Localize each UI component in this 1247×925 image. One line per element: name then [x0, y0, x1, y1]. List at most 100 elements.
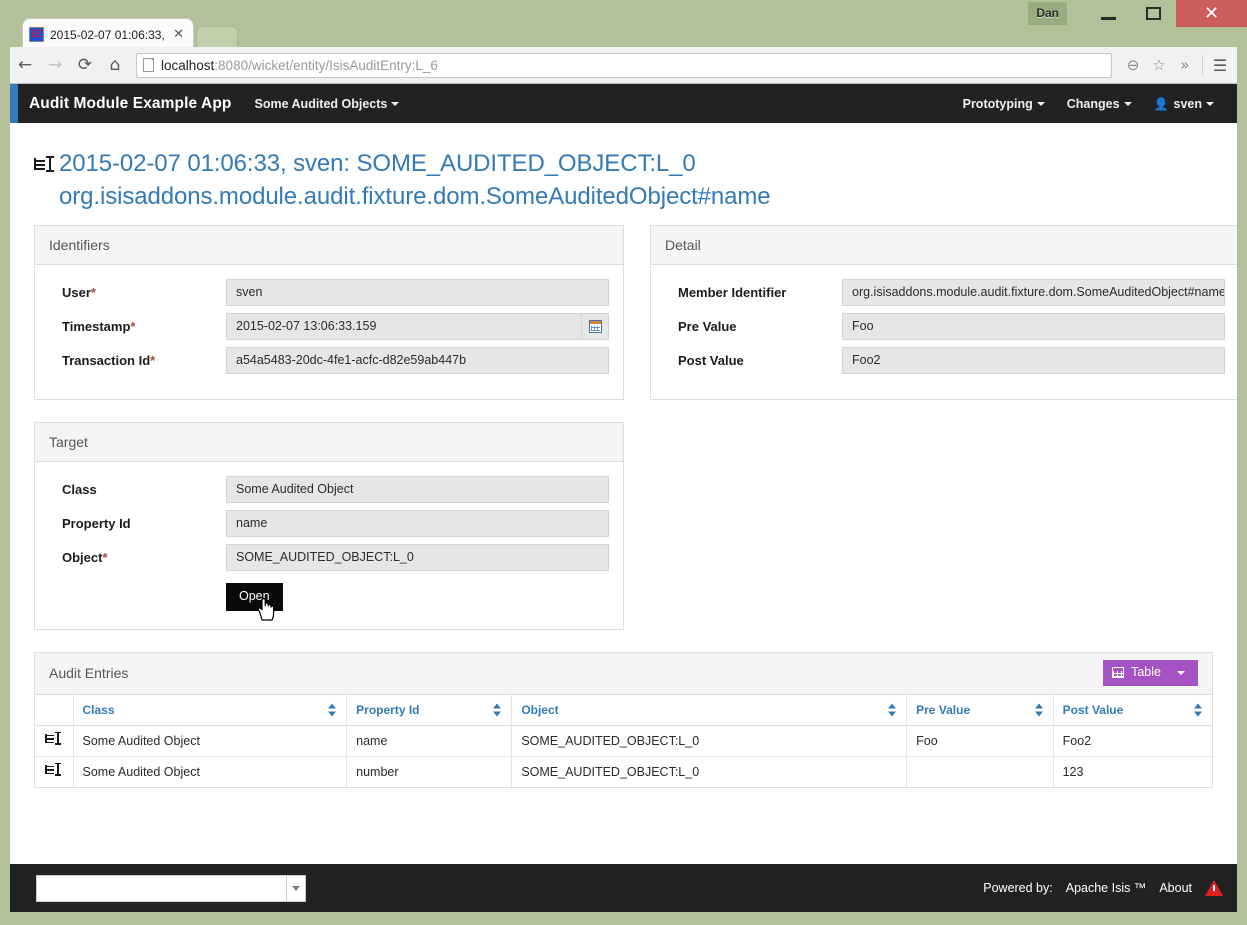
sort-icon[interactable]	[328, 703, 337, 717]
field-post-value-value[interactable]: Foo2	[842, 347, 1225, 375]
required-marker: *	[130, 319, 136, 335]
field-timestamp-label: Timestamp*	[49, 319, 226, 334]
field-transaction-id-value[interactable]: a54a5483-20dc-4fe1-acfc-d82e59ab447b	[226, 347, 609, 375]
hamburger-menu-icon[interactable]: ☰	[1207, 52, 1233, 78]
label-text: Member Identifier	[678, 285, 787, 301]
cell-post-value: Foo2	[1052, 725, 1212, 757]
warning-icon[interactable]	[1205, 880, 1223, 896]
address-bar[interactable]: localhost:8080/wicket/entity/IsisAuditEn…	[136, 52, 1112, 78]
sort-icon[interactable]	[1034, 703, 1044, 717]
row-object-icon-cell[interactable]	[35, 756, 73, 787]
field-transaction-id: Transaction Id* a54a5483-20dc-4fe1-acfc-…	[49, 347, 609, 375]
page-title: 2015-02-07 01:06:33, sven: SOME_AUDITED_…	[59, 147, 771, 213]
field-pre-value-value[interactable]: Foo	[842, 313, 1225, 341]
cell-pre-value	[906, 756, 1054, 787]
column-label: Class	[82, 702, 115, 717]
view-toggle-table-button[interactable]: Table	[1103, 660, 1198, 686]
action-spacer	[49, 583, 226, 611]
reload-icon[interactable]: ⟳	[70, 50, 100, 80]
label-text: Timestamp	[62, 319, 131, 335]
cell-class: Some Audited Object	[72, 756, 347, 787]
page-viewport: Audit Module Example App Some Audited Ob…	[10, 84, 1237, 912]
field-post-value-label: Post Value	[665, 353, 842, 368]
column-pre-value[interactable]: Pre Value	[906, 694, 1054, 726]
tab-close-icon[interactable]: ✕	[170, 27, 187, 42]
browser-tab[interactable]: IΞ 2015-02-07 01:06:33, ✕	[22, 18, 194, 50]
footer-select[interactable]	[36, 874, 306, 902]
row-object-icon-cell[interactable]	[35, 725, 73, 757]
view-toggle-label: Table	[1131, 665, 1161, 680]
table-row[interactable]: Some Audited Object number SOME_AUDITED_…	[35, 756, 1212, 787]
cell-object: SOME_AUDITED_OBJECT:L_0	[511, 725, 907, 757]
field-class: Class Some Audited Object	[49, 476, 609, 504]
page-info-icon	[143, 58, 154, 72]
product-name: Apache Isis ™	[1065, 881, 1147, 895]
collection-header: Audit Entries Table	[35, 652, 1212, 695]
about-link[interactable]: About	[1159, 881, 1192, 895]
cell-property-id: number	[346, 756, 512, 787]
app-navbar: Audit Module Example App Some Audited Ob…	[10, 84, 1237, 123]
open-button[interactable]: Open	[226, 583, 283, 611]
sort-icon[interactable]	[1194, 703, 1203, 717]
left-column: Identifiers User* sven Timestamp* 2015-0…	[34, 225, 624, 652]
field-object-value[interactable]: SOME_AUDITED_OBJECT:L_0	[226, 544, 609, 572]
address-bar-url: localhost:8080/wicket/entity/IsisAuditEn…	[161, 58, 438, 73]
nav-item-prototyping[interactable]: Prototyping	[952, 97, 1056, 111]
object-icon	[45, 762, 62, 778]
overflow-icon[interactable]: »	[1172, 52, 1198, 78]
sort-icon[interactable]	[888, 703, 897, 717]
cell-object: SOME_AUDITED_OBJECT:L_0	[511, 756, 907, 787]
column-object[interactable]: Object	[511, 694, 907, 726]
table-row[interactable]: Some Audited Object name SOME_AUDITED_OB…	[35, 725, 1212, 757]
footer-select-arrow[interactable]	[286, 875, 305, 901]
nav-item-changes[interactable]: Changes	[1056, 97, 1143, 111]
chevron-down-icon	[1206, 102, 1214, 107]
sort-icon[interactable]	[493, 703, 502, 717]
nav-item-user-sven[interactable]: 👤 sven	[1143, 97, 1225, 111]
open-button-wrap: Open	[226, 583, 283, 621]
field-property-id-value[interactable]: name	[226, 510, 609, 538]
label-text: Post Value	[678, 353, 744, 369]
home-icon[interactable]: ⌂	[100, 50, 130, 80]
required-marker: *	[102, 550, 108, 566]
field-user-value[interactable]: sven	[226, 279, 609, 307]
label-text: Class	[62, 482, 97, 498]
field-class-value[interactable]: Some Audited Object	[226, 476, 609, 504]
table-header-row: Class Property Id Object Pre Value Post …	[35, 694, 1212, 726]
field-property-id-label: Property Id	[49, 516, 226, 531]
object-icon	[45, 731, 62, 747]
datepicker-button[interactable]	[581, 313, 609, 341]
column-class[interactable]: Class	[72, 694, 347, 726]
app-brand[interactable]: Audit Module Example App	[29, 95, 231, 113]
favicon-icon: IΞ	[29, 27, 44, 42]
table-icon	[1112, 667, 1125, 679]
label-text: Object	[62, 550, 103, 566]
label-text: Transaction Id	[62, 353, 151, 369]
page-title-line1: 2015-02-07 01:06:33, sven: SOME_AUDITED_…	[59, 150, 696, 177]
field-timestamp-value[interactable]: 2015-02-07 13:06:33.159	[226, 313, 581, 341]
column-select	[35, 694, 73, 726]
cell-property-id: name	[346, 725, 512, 757]
field-timestamp: Timestamp* 2015-02-07 13:06:33.159	[49, 313, 609, 341]
right-column: Detail Member Identifier org.isisaddons.…	[650, 225, 1237, 652]
bookmark-star-icon[interactable]: ☆	[1146, 52, 1172, 78]
powered-by-label: Powered by:	[983, 881, 1053, 895]
column-property-id[interactable]: Property Id	[346, 694, 512, 726]
chevron-down-icon	[1177, 670, 1185, 675]
field-post-value: Post Value Foo2	[665, 347, 1225, 375]
column-post-value[interactable]: Post Value	[1052, 694, 1212, 726]
table-header: Class Property Id Object Pre Value Post …	[35, 694, 1212, 726]
back-icon[interactable]: ←	[10, 50, 40, 80]
field-pre-value-label: Pre Value	[665, 319, 842, 334]
zoom-icon[interactable]: ⊖	[1120, 52, 1146, 78]
nav-item-some-audited-objects[interactable]: Some Audited Objects	[243, 97, 410, 111]
column-label: Post Value	[1062, 702, 1124, 717]
label-text: Property Id	[62, 516, 131, 532]
field-transaction-id-label: Transaction Id*	[49, 353, 226, 368]
panel-audit-entries: Audit Entries Table Class Property Id Ob…	[34, 651, 1213, 788]
panel-target-body: Class Some Audited Object Property Id na…	[35, 462, 623, 629]
required-marker: *	[150, 353, 156, 369]
field-member-identifier-value[interactable]: org.isisaddons.module.audit.fixture.dom.…	[842, 279, 1225, 307]
field-property-id: Property Id name	[49, 510, 609, 538]
field-class-label: Class	[49, 482, 226, 497]
